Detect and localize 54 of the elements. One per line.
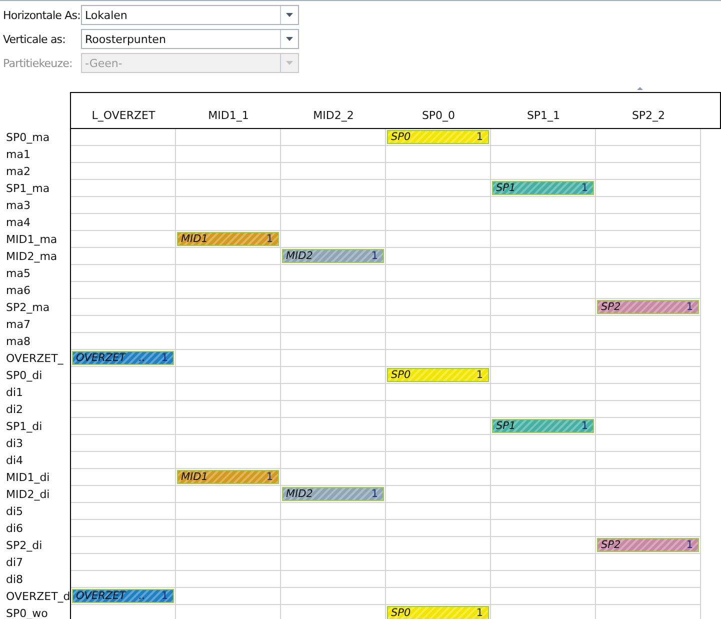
row-header: di6 <box>0 520 71 537</box>
dropdown-arrow-icon <box>286 61 293 65</box>
schedule-bar[interactable]: SP2 1 <box>597 538 699 552</box>
row-header: di8 <box>0 571 71 588</box>
row-header: SP1_ma <box>0 180 71 197</box>
row-header: MID2_di <box>0 486 71 503</box>
row-header: di5 <box>0 503 71 520</box>
field-label: Verticale as: <box>3 32 66 46</box>
column-header: SP1_1 <box>526 108 562 124</box>
column-header: L_OVERZET <box>90 108 156 124</box>
dropdown[interactable]: Roosterpunten <box>81 29 299 49</box>
schedule-bar[interactable]: SP0 1 <box>387 606 489 619</box>
field-label: Horizontale As: <box>3 8 81 22</box>
row-header: ma6 <box>0 282 71 299</box>
row-header: di1 <box>0 384 71 401</box>
row-header: di4 <box>0 452 71 469</box>
row-header: SP1_di <box>0 418 71 435</box>
schedule-bar[interactable]: MID1 1 <box>177 232 279 246</box>
schedule-bar[interactable]: MID2 1 <box>282 487 384 501</box>
row-header: SP0_ma <box>0 129 71 146</box>
sort-arrow-icon <box>637 87 643 90</box>
dropdown-arrow-icon <box>286 13 293 17</box>
row-header: ma3 <box>0 197 71 214</box>
row-header: MID1_di <box>0 469 71 486</box>
field-label: Partitiekeuze: <box>3 56 74 70</box>
column-header: SP2_2 <box>630 108 666 124</box>
dropdown[interactable]: Lokalen <box>81 5 299 25</box>
row-header: MID1_ma <box>0 231 71 248</box>
schedule-bar[interactable]: SP1 1 <box>492 181 594 195</box>
row-header: di2 <box>0 401 71 418</box>
schedule-bar[interactable]: SP1 1 <box>492 419 594 433</box>
row-header: MID2_ma <box>0 248 71 265</box>
row-header: ma4 <box>0 214 71 231</box>
row-header: ma1 <box>0 146 71 163</box>
row-header: SP2_ma <box>0 299 71 316</box>
row-header: OVERZET_ <box>0 350 71 367</box>
column-header: MID2_2 <box>312 108 355 124</box>
row-header: ma2 <box>0 163 71 180</box>
row-header: SP2_di <box>0 537 71 554</box>
schedule-bar[interactable]: MID2 1 <box>282 249 384 263</box>
row-header: ma5 <box>0 265 71 282</box>
row-header: di3 <box>0 435 71 452</box>
row-header: SP0_di <box>0 367 71 384</box>
row-header: ma7 <box>0 316 71 333</box>
row-header: OVERZET_d <box>0 588 71 605</box>
column-header: SP0_0 <box>420 108 456 124</box>
schedule-bar[interactable]: SP2 1 <box>597 300 699 314</box>
schedule-bar[interactable]: MID1 1 <box>177 470 279 484</box>
row-header: ma8 <box>0 333 71 350</box>
row-header: di7 <box>0 554 71 571</box>
dropdown-arrow-icon <box>286 37 293 41</box>
schedule-bar[interactable]: SP0 1 <box>387 130 489 144</box>
schedule-bar[interactable]: SP0 1 <box>387 368 489 382</box>
column-header: MID1_1 <box>207 108 250 124</box>
